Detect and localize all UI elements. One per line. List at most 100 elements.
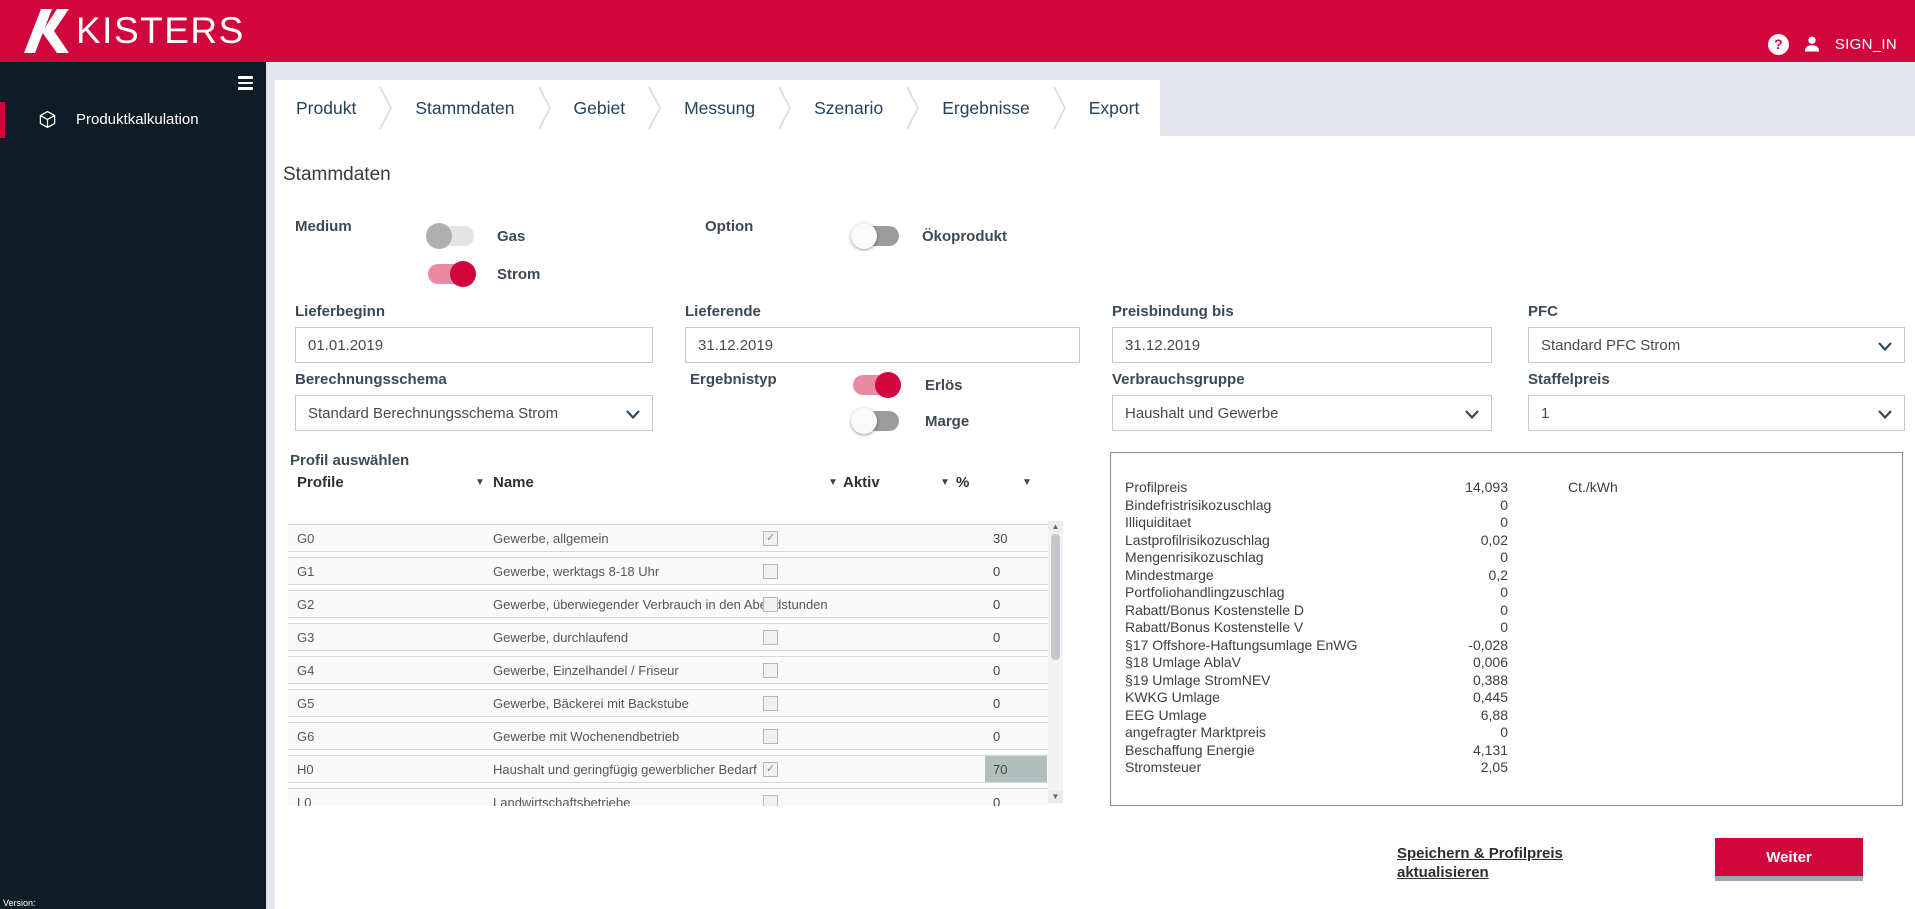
price-breakdown-panel: Profilpreis 14,093 Ct./kWh Bindefristris… <box>1110 452 1903 806</box>
tab-chevron-separator-icon <box>904 80 921 136</box>
help-icon[interactable]: ? <box>1767 33 1789 55</box>
percent-cell[interactable]: 0 <box>985 723 1047 749</box>
percent-cell[interactable]: 0 <box>985 690 1047 716</box>
lieferbeginn-label: Lieferbeginn <box>295 303 386 320</box>
aktiv-checkbox[interactable] <box>763 696 778 711</box>
aktiv-checkbox[interactable] <box>763 795 778 806</box>
percent-cell[interactable]: 0 <box>985 591 1047 617</box>
page-title: Stammdaten <box>283 164 391 185</box>
staffelpreis-select[interactable]: 1 <box>1528 395 1905 431</box>
tab-gebiet[interactable]: Gebiet <box>553 80 647 136</box>
row-profile: H0 <box>297 762 314 777</box>
scrollbar-thumb[interactable] <box>1051 534 1060 660</box>
percent-cell[interactable]: 0 <box>985 789 1047 807</box>
marge-toggle[interactable] <box>851 408 899 434</box>
save-and-update-link[interactable]: Speichern & Profilpreis aktualisieren <box>1397 844 1567 882</box>
pfc-label: PFC <box>1528 303 1558 320</box>
row-name: Gewerbe, durchlaufend <box>493 630 629 645</box>
percent-cell[interactable]: 70 <box>985 756 1047 782</box>
verbrauchsgruppe-select[interactable]: Haushalt und Gewerbe <box>1112 395 1492 431</box>
price-value: 0 <box>1500 514 1508 530</box>
erloes-toggle[interactable] <box>853 372 901 398</box>
chevron-down-icon <box>1878 410 1892 419</box>
table-row[interactable]: G2 Gewerbe, überwiegender Verbrauch in d… <box>288 590 1048 618</box>
table-row[interactable]: L0 Landwirtschaftsbetriebe 0 <box>288 788 1048 806</box>
price-value: -0,028 <box>1468 636 1508 653</box>
tab-export[interactable]: Export <box>1068 80 1161 136</box>
sidebar-item-label: Produktkalkulation <box>76 111 199 128</box>
column-header-aktiv[interactable]: Aktiv <box>843 474 880 491</box>
row-profile: L0 <box>297 795 312 806</box>
app-header: KISTERS ? SIGN_IN <box>0 0 1915 62</box>
lieferende-label: Lieferende <box>685 303 761 320</box>
aktiv-checkbox[interactable]: ✓ <box>763 531 778 546</box>
gas-toggle[interactable] <box>426 223 474 249</box>
row-profile: G2 <box>297 597 315 612</box>
price-row: Illiquiditaet 0 <box>1125 514 1888 532</box>
column-header-percent[interactable]: % <box>956 474 969 491</box>
row-profile: G1 <box>297 564 315 579</box>
percent-cell[interactable]: 30 <box>985 525 1047 551</box>
sort-caret-icon[interactable]: ▼ <box>940 477 950 488</box>
column-header-profile[interactable]: Profile <box>297 474 344 491</box>
weiter-button[interactable]: Weiter <box>1715 838 1863 881</box>
table-row[interactable]: H0 Haushalt und geringfügig gewerblicher… <box>288 755 1048 783</box>
percent-cell[interactable]: 0 <box>985 657 1047 683</box>
preisbindung-input[interactable] <box>1112 327 1492 363</box>
tab-produkt[interactable]: Produkt <box>275 80 377 136</box>
table-row[interactable]: G0 Gewerbe, allgemein ✓ 30 <box>288 524 1048 552</box>
tab-szenario[interactable]: Szenario <box>793 80 904 136</box>
aktiv-checkbox[interactable] <box>763 564 778 579</box>
table-row[interactable]: G1 Gewerbe, werktags 8-18 Uhr 0 <box>288 557 1048 585</box>
sort-caret-icon[interactable]: ▼ <box>475 477 485 488</box>
verbrauchsgruppe-select-value: Haushalt und Gewerbe <box>1125 404 1279 422</box>
lieferende-input[interactable] <box>685 327 1080 363</box>
sort-caret-icon[interactable]: ▼ <box>828 477 838 488</box>
sidebar-item-produktkalkulation[interactable]: Produktkalkulation <box>0 102 266 138</box>
table-row[interactable]: G5 Gewerbe, Bäckerei mit Backstube 0 <box>288 689 1048 717</box>
price-value: 0 <box>1500 724 1508 740</box>
table-scrollbar[interactable]: ▲ ▼ <box>1048 521 1063 803</box>
row-profile: G3 <box>297 630 315 645</box>
row-name: Gewerbe mit Wochenendbetrieb <box>493 729 680 744</box>
aktiv-checkbox[interactable] <box>763 630 778 645</box>
table-row[interactable]: G6 Gewerbe mit Wochenendbetrieb 0 <box>288 722 1048 750</box>
price-value: 4,131 <box>1472 741 1508 758</box>
tab-chevron-separator-icon <box>1051 80 1068 136</box>
table-row[interactable]: G4 Gewerbe, Einzelhandel / Friseur 0 <box>288 656 1048 684</box>
logo-text: KISTERS <box>76 10 245 51</box>
hamburger-menu-icon[interactable] <box>238 76 253 93</box>
percent-cell[interactable]: 0 <box>985 624 1047 650</box>
scroll-down-icon[interactable]: ▼ <box>1048 791 1063 803</box>
aktiv-checkbox[interactable]: ✓ <box>763 762 778 777</box>
aktiv-checkbox[interactable] <box>763 597 778 612</box>
aktiv-checkbox[interactable] <box>763 729 778 744</box>
strom-toggle[interactable] <box>428 261 476 287</box>
price-row: Bindefristrisikozuschlag 0 <box>1125 497 1888 515</box>
sign-in-button[interactable]: SIGN_IN <box>1835 36 1897 53</box>
price-value: 0,445 <box>1472 689 1508 705</box>
cube-icon <box>39 110 56 129</box>
sort-caret-icon[interactable]: ▼ <box>1022 477 1032 488</box>
scroll-up-icon[interactable]: ▲ <box>1048 521 1063 533</box>
berechnungsschema-select[interactable]: Standard Berechnungsschema Strom <box>295 395 653 431</box>
row-profile: G0 <box>297 531 315 546</box>
row-name: Gewerbe, allgemein <box>493 531 609 546</box>
staffelpreis-label: Staffelpreis <box>1528 371 1610 388</box>
price-row: Beschaffung Energie 4,131 <box>1125 742 1888 760</box>
table-row[interactable]: G3 Gewerbe, durchlaufend 0 <box>288 623 1048 651</box>
column-header-name[interactable]: Name <box>493 474 534 491</box>
tab-messung[interactable]: Messung <box>663 80 776 136</box>
row-name: Haushalt und geringfügig gewerblicher Be… <box>493 762 757 777</box>
price-value: 0,02 <box>1480 531 1508 548</box>
tab-stammdaten[interactable]: Stammdaten <box>394 80 535 136</box>
lieferbeginn-input[interactable] <box>295 327 653 363</box>
pfc-select[interactable]: Standard PFC Strom <box>1528 327 1905 363</box>
tab-ergebnisse[interactable]: Ergebnisse <box>921 80 1051 136</box>
aktiv-checkbox[interactable] <box>763 663 778 678</box>
user-icon[interactable] <box>1802 34 1822 54</box>
oekoprodukt-toggle[interactable] <box>851 223 899 249</box>
berechnungsschema-select-value: Standard Berechnungsschema Strom <box>308 404 559 422</box>
berechnungsschema-label: Berechnungsschema <box>295 371 447 388</box>
percent-cell[interactable]: 0 <box>985 558 1047 584</box>
